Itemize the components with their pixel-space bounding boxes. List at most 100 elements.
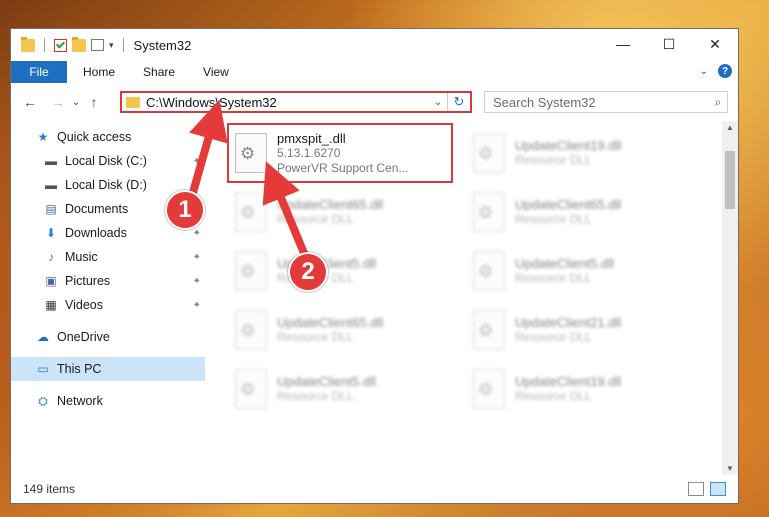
file-item[interactable]: ⚙ UpdateClient5.dll Resource DLL — [467, 242, 693, 300]
sidebar-item-label: Quick access — [57, 130, 132, 144]
file-meta: UpdateClient19.dll Resource DLL — [515, 374, 621, 404]
properties-icon[interactable] — [91, 39, 104, 51]
dll-file-icon: ⚙ — [235, 251, 267, 291]
up-button[interactable]: ↑ — [83, 94, 105, 110]
file-type: Resource DLL — [515, 153, 592, 167]
window-title: System32 — [133, 37, 192, 53]
file-item[interactable]: ⚙ UpdateClient21.dll Resource DLL — [467, 301, 693, 359]
dll-file-icon: ⚙ — [473, 251, 505, 291]
dll-file-icon: ⚙ — [235, 192, 267, 232]
tab-share[interactable]: Share — [129, 65, 189, 79]
sidebar-item-label: Pictures — [65, 274, 111, 288]
maximize-button[interactable]: ☐ — [646, 29, 692, 59]
customize-toolbar-icon[interactable]: ▾ — [109, 40, 114, 51]
back-button[interactable]: ← — [19, 94, 41, 110]
file-type: Resource DLL — [515, 330, 592, 344]
divider — [44, 38, 45, 52]
sidebar-item-music[interactable]: ♪ Music ✦ — [11, 245, 205, 269]
computer-icon: ▭ — [37, 362, 49, 376]
file-item[interactable]: ⚙ UpdateClient65.dll Resource DLL — [229, 183, 455, 241]
sidebar-item-onedrive[interactable]: ☁ OneDrive — [11, 325, 205, 349]
pictures-icon: ▣ — [45, 274, 57, 288]
download-icon: ⬇ — [45, 226, 57, 240]
tab-view[interactable]: View — [189, 65, 243, 79]
tab-home[interactable]: Home — [69, 65, 129, 79]
dll-file-icon: ⚙ — [473, 369, 505, 409]
file-type: Resource DLL — [515, 212, 592, 226]
sidebar-item-label: Network — [57, 394, 103, 408]
gear-icon: ⚙ — [240, 203, 256, 222]
sidebar-item-quick-access[interactable]: ★ Quick access — [11, 125, 205, 149]
gear-icon: ⚙ — [478, 144, 494, 163]
file-name: UpdateClient5.dll — [277, 374, 377, 389]
sidebar-item-label: Music — [65, 250, 98, 264]
sidebar-item-pictures[interactable]: ▣ Pictures ✦ — [11, 269, 205, 293]
sidebar-item-label: This PC — [57, 362, 102, 376]
gear-icon: ⚙ — [478, 321, 494, 340]
scroll-thumb[interactable] — [725, 151, 735, 209]
sidebar-item-network[interactable]: ⛭ Network — [11, 389, 205, 413]
details-view-icon[interactable] — [688, 482, 704, 496]
sidebar-item-local-disk-c[interactable]: ▬ Local Disk (C:) ✦ — [11, 149, 205, 173]
close-button[interactable]: ✕ — [692, 29, 738, 59]
sidebar-item-this-pc[interactable]: ▭ This PC — [11, 357, 205, 381]
file-item[interactable]: ⚙ UpdateClient5.dll Resource DLL — [229, 242, 455, 300]
file-meta: UpdateClient65.dll Resource DLL — [277, 315, 383, 345]
quick-access-toolbar: ▾ — [21, 36, 128, 52]
forward-button[interactable]: → — [47, 94, 69, 110]
explorer-window: ▾ System32 — ☐ ✕ File Home Share View ⌄ … — [10, 28, 739, 504]
address-path[interactable]: C:\Windows\System32 — [146, 95, 429, 110]
pin-icon[interactable]: ✦ — [193, 300, 201, 311]
file-item[interactable]: ⚙ UpdateClient65.dll Resource DLL — [229, 301, 455, 359]
properties-check-icon[interactable] — [54, 38, 67, 52]
file-type: Resource DLL — [277, 212, 354, 226]
refresh-icon[interactable]: ↻ — [447, 93, 470, 111]
folder-icon — [126, 96, 140, 108]
cloud-icon: ☁ — [37, 330, 49, 344]
scroll-up-icon[interactable]: ▲ — [722, 123, 738, 132]
sidebar-item-videos[interactable]: ▦ Videos ✦ — [11, 293, 205, 317]
address-bar[interactable]: C:\Windows\System32 ⌄ ↻ — [120, 91, 472, 113]
drive-icon: ▬ — [45, 154, 57, 168]
minimize-button[interactable]: — — [600, 29, 646, 59]
sidebar-item-label: Videos — [65, 298, 103, 312]
file-type: Resource DLL — [515, 271, 592, 285]
file-item[interactable]: ⚙ UpdateClient19.dll Resource DLL — [467, 124, 693, 182]
search-icon[interactable]: ⌕ — [709, 95, 727, 110]
file-item[interactable]: ⚙ UpdateClient65.dll Resource DLL — [467, 183, 693, 241]
recent-locations-button[interactable]: ⌄ — [69, 97, 83, 108]
expand-ribbon-icon[interactable]: ⌄ — [700, 66, 708, 77]
tab-file[interactable]: File — [11, 61, 67, 83]
file-meta: UpdateClient21.dll Resource DLL — [515, 315, 621, 345]
gear-icon: ⚙ — [478, 203, 494, 222]
pin-icon[interactable]: ✦ — [193, 276, 201, 287]
search-box[interactable]: Search System32 ⌕ — [484, 91, 728, 113]
file-item[interactable]: ⚙ UpdateClient19.dll Resource DLL — [467, 360, 693, 418]
file-type: Resource DLL — [277, 330, 354, 344]
help-icon[interactable]: ? — [718, 64, 732, 78]
file-meta: UpdateClient65.dll Resource DLL — [277, 197, 383, 227]
sidebar-item-label: OneDrive — [57, 330, 110, 344]
gear-icon: ⚙ — [240, 321, 256, 340]
pin-icon[interactable]: ✦ — [193, 252, 201, 263]
pin-icon[interactable]: ✦ — [193, 180, 201, 191]
large-icons-view-icon[interactable] — [710, 482, 726, 496]
address-dropdown-icon[interactable]: ⌄ — [429, 97, 447, 108]
scroll-down-icon[interactable]: ▼ — [722, 464, 738, 473]
file-meta: UpdateClient65.dll Resource DLL — [515, 197, 621, 227]
document-icon: ▤ — [45, 202, 57, 216]
file-item[interactable]: ⚙ UpdateClient5.dll Resource DLL — [229, 360, 455, 418]
divider — [122, 38, 124, 52]
new-folder-icon[interactable] — [72, 36, 86, 52]
pin-icon[interactable]: ✦ — [193, 156, 201, 167]
dll-file-icon: ⚙ — [235, 369, 267, 409]
vertical-scrollbar[interactable]: ▲ ▼ — [722, 121, 738, 475]
dll-file-icon: ⚙ — [473, 133, 505, 173]
pin-icon[interactable]: ✦ — [193, 228, 201, 239]
search-input[interactable]: Search System32 — [493, 95, 709, 110]
item-count: 149 items — [23, 482, 76, 496]
gear-icon: ⚙ — [478, 262, 494, 281]
annotation-badge-2: 2 — [288, 252, 328, 292]
sidebar-item-label: Downloads — [65, 226, 127, 240]
gear-icon: ⚙ — [478, 380, 494, 399]
